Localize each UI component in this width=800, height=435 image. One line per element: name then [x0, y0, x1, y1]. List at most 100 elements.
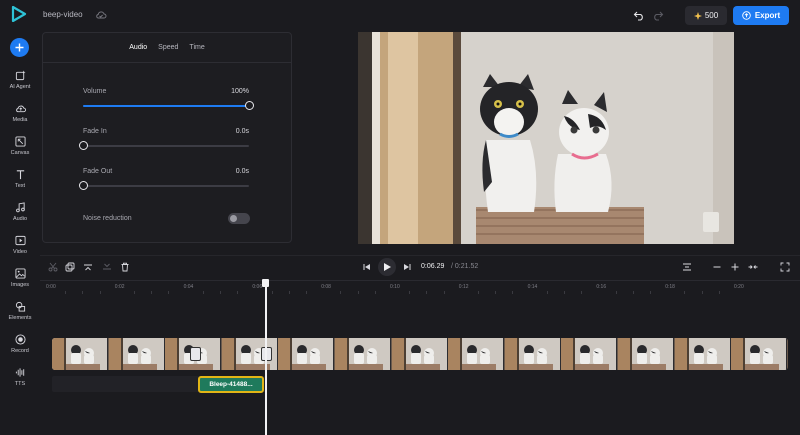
playhead-handle[interactable]	[262, 279, 269, 287]
sidebar-item-tts[interactable]: TTS	[0, 365, 40, 395]
canvas-icon	[14, 136, 26, 147]
filmstrip-thumbnail	[108, 338, 165, 370]
undo-icon[interactable]	[633, 9, 645, 21]
volume-slider-knob[interactable]	[245, 101, 254, 110]
media-upload-icon	[15, 105, 26, 113]
credits-button[interactable]: 500	[685, 6, 727, 25]
fade-in-value: 0.0s	[235, 128, 249, 135]
ruler-minor-tick	[134, 291, 135, 294]
volume-slider[interactable]	[83, 101, 254, 110]
plus-icon	[15, 43, 24, 52]
sidebar-item-media[interactable]: Media	[0, 101, 40, 131]
redo-icon[interactable]	[652, 9, 664, 21]
playhead[interactable]	[265, 280, 267, 435]
tab-speed[interactable]: Speed	[158, 44, 178, 51]
sidebar-item-record[interactable]: Record	[0, 332, 40, 362]
app-logo-icon[interactable]	[11, 6, 27, 22]
sidebar-item-label: Media	[12, 117, 28, 123]
ruler-tick-label: 0:12	[458, 284, 469, 290]
ruler-tick-label: 0:06	[252, 284, 263, 290]
fade-out-slider-knob[interactable]	[79, 181, 88, 190]
delete-icon[interactable]	[120, 262, 130, 272]
fade-out-value: 0.0s	[235, 168, 249, 175]
volume-value: 100%	[231, 88, 249, 95]
sidebar-item-images[interactable]: Images	[0, 266, 40, 296]
collapse-arrows-icon[interactable]	[748, 262, 758, 272]
sidebar-item-elements[interactable]: Elements	[0, 299, 40, 329]
filmstrip-thumbnail	[278, 338, 335, 370]
video-track-clip[interactable]	[52, 338, 788, 370]
total-duration: / 0:21.52	[451, 263, 479, 270]
tab-audio[interactable]: Audio	[129, 44, 147, 51]
ruler-minor-tick	[82, 291, 84, 294]
filmstrip-thumbnail	[618, 338, 674, 370]
image-icon	[14, 268, 26, 279]
sidebar-item-label: Record	[11, 348, 29, 354]
ruler-tick-label: 0:20	[734, 284, 744, 290]
fade-in-slider-knob[interactable]	[79, 141, 88, 150]
filmstrip-thumbnail	[335, 338, 391, 370]
fade-out-label: Fade Out	[83, 168, 113, 175]
tab-time[interactable]: Time	[189, 44, 204, 51]
ruler-tick-label: 0:00	[46, 284, 56, 290]
sidebar-item-ai-agent[interactable]: AI Agent	[0, 68, 40, 98]
ruler-minor-tick	[615, 291, 617, 294]
noise-reduction-toggle[interactable]	[228, 213, 250, 224]
audio-track-clip[interactable]: Bleep-41488...	[198, 376, 264, 393]
sidebar-item-label: Canvas	[10, 150, 30, 156]
fit-timeline-icon[interactable]	[682, 262, 692, 272]
skip-forward-icon[interactable]	[402, 262, 412, 272]
clip-split-handle[interactable]	[190, 347, 201, 361]
ruler-minor-tick	[374, 291, 376, 294]
project-name[interactable]: beep-video	[43, 10, 83, 19]
volume-label: Volume	[83, 88, 107, 95]
export-upload-icon	[742, 11, 751, 20]
add-button[interactable]	[10, 38, 29, 57]
zoom-out-icon[interactable]	[712, 262, 722, 272]
sidebar-item-video[interactable]: Video	[0, 233, 40, 263]
left-sidebar: AI Agent Media Canvas Text Audio Video I…	[0, 30, 40, 435]
ruler-minor-tick	[581, 291, 583, 294]
fade-in-slider[interactable]	[79, 141, 249, 150]
audio-properties-panel: Audio Speed Time Volume 100% Fade In 0.0…	[42, 32, 292, 243]
play-button[interactable]	[378, 258, 396, 276]
filmstrip-thumbnail	[391, 338, 448, 370]
fade-in-label: Fade In	[83, 128, 107, 135]
time-ruler[interactable]: 0:00 0:02 0:04 0:06 0:08 0:10 0:12 0:14 0:16 0:18…	[40, 280, 800, 294]
ruler-minor-tick	[512, 291, 514, 294]
ruler-tick-label: 0:14	[527, 284, 538, 290]
duplicate-icon[interactable]	[65, 262, 75, 272]
skip-back-icon[interactable]	[362, 262, 372, 272]
ruler-minor-tick	[409, 291, 411, 294]
ruler-minor-tick	[306, 291, 307, 294]
ruler-minor-tick	[288, 291, 290, 294]
credits-count: 500	[704, 11, 719, 20]
ruler-minor-tick	[168, 291, 170, 294]
fullscreen-icon[interactable]	[780, 262, 790, 272]
video-preview[interactable]	[358, 32, 734, 244]
sidebar-item-audio[interactable]: Audio	[0, 200, 40, 230]
zoom-in-icon[interactable]	[730, 262, 740, 272]
ruler-minor-tick	[632, 291, 634, 294]
move-up-icon[interactable]	[83, 262, 93, 272]
sidebar-item-text[interactable]: Text	[0, 167, 40, 197]
clip-split-handle[interactable]	[261, 347, 272, 361]
filmstrip-thumbnail	[448, 338, 505, 370]
filmstrip-thumbnail	[731, 338, 788, 370]
ruler-minor-tick	[443, 291, 445, 294]
export-button[interactable]: Export	[733, 6, 789, 25]
music-note-icon	[15, 202, 25, 213]
scissors-icon[interactable]	[48, 262, 58, 272]
ruler-minor-tick	[151, 291, 153, 294]
sidebar-item-canvas[interactable]: Canvas	[0, 134, 40, 164]
ruler-tick-label: 0:08	[321, 284, 331, 290]
panel-tabs: Audio Speed Time	[43, 33, 291, 63]
move-down-icon[interactable]	[102, 262, 112, 272]
cloud-sync-icon	[96, 11, 107, 19]
sidebar-item-label: Video	[13, 249, 27, 255]
fade-out-slider[interactable]	[79, 181, 249, 190]
volume-slider-fill	[83, 105, 249, 107]
sparkle-icon	[693, 11, 702, 20]
timeline-toolbar: 0:06.29 / 0:21.52	[40, 256, 800, 278]
sidebar-item-label: AI Agent	[9, 84, 31, 90]
